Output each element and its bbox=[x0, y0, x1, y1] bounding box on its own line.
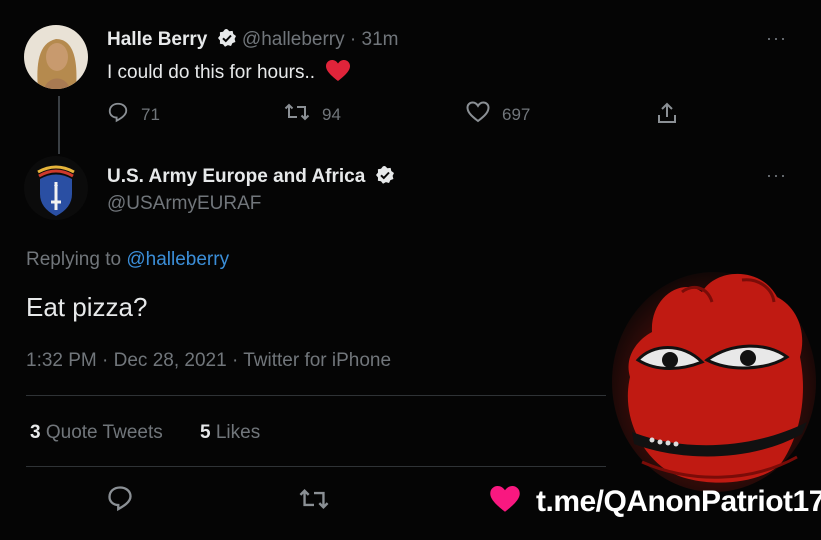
like-button[interactable]: 697 bbox=[466, 101, 530, 128]
verified-badge-icon bbox=[375, 165, 395, 191]
quote-count: 3 bbox=[30, 422, 41, 443]
like-count: 697 bbox=[502, 104, 531, 124]
replying-to-handle-link[interactable]: @halleberry bbox=[126, 249, 229, 270]
red-heart-emoji-icon bbox=[326, 60, 351, 88]
author-handle[interactable]: @halleberry bbox=[242, 29, 345, 50]
like-button[interactable] bbox=[490, 486, 520, 518]
tweet-text: I could do this for hours.. bbox=[107, 62, 316, 83]
tweet2-text: Eat pizza? bbox=[26, 292, 148, 322]
author-name[interactable]: Halle Berry bbox=[107, 29, 207, 50]
share-button[interactable] bbox=[656, 101, 678, 130]
retweet-button[interactable]: 94 bbox=[284, 101, 341, 128]
verified-badge-icon bbox=[217, 28, 237, 54]
tweet1-header: Halle Berry @halleberry · 31m bbox=[107, 28, 398, 54]
reply-icon bbox=[107, 101, 129, 128]
tweet2-header: U.S. Army Europe and Africa bbox=[107, 165, 395, 191]
red-frog-image bbox=[612, 262, 817, 492]
share-icon bbox=[656, 101, 678, 130]
tweet1-text: I could do this for hours.. bbox=[107, 60, 351, 88]
tweet-time[interactable]: · 31m bbox=[350, 29, 399, 50]
reply-button[interactable]: 71 bbox=[107, 101, 160, 128]
avatar-halle-berry[interactable] bbox=[24, 25, 88, 89]
replying-to-label: Replying to bbox=[26, 249, 122, 270]
more-options-icon[interactable]: ··· bbox=[766, 28, 787, 49]
divider bbox=[26, 395, 606, 396]
more-options-icon[interactable]: ··· bbox=[766, 165, 787, 186]
reply-button[interactable] bbox=[106, 484, 134, 517]
thread-line bbox=[58, 96, 60, 154]
author-handle[interactable]: @USArmyEURAF bbox=[107, 193, 261, 215]
retweet-icon bbox=[298, 489, 330, 516]
likes-label: Likes bbox=[215, 422, 261, 443]
avatar-us-army-europe-africa[interactable] bbox=[24, 156, 88, 220]
retweet-button[interactable] bbox=[298, 486, 330, 517]
divider bbox=[26, 466, 606, 467]
reply-icon bbox=[106, 486, 134, 516]
like-total: 5 bbox=[200, 422, 211, 443]
reply-count: 71 bbox=[141, 104, 160, 124]
retweet-icon bbox=[284, 101, 310, 128]
telegram-watermark: t.me/QAnonPatriot17 bbox=[536, 485, 821, 518]
likes-link[interactable]: 5 Likes bbox=[200, 422, 260, 444]
quote-tweets-link[interactable]: 3 Quote Tweets bbox=[30, 422, 163, 444]
author-name[interactable]: U.S. Army Europe and Africa bbox=[107, 166, 365, 187]
replying-to: Replying to @halleberry bbox=[26, 249, 229, 271]
like-icon bbox=[466, 101, 490, 128]
liked-heart-icon bbox=[490, 486, 520, 517]
tweet-timestamp[interactable]: 1:32 PM · Dec 28, 2021 · Twitter for iPh… bbox=[26, 350, 391, 372]
retweet-count: 94 bbox=[322, 104, 341, 124]
quote-label: Quote Tweets bbox=[45, 422, 163, 443]
